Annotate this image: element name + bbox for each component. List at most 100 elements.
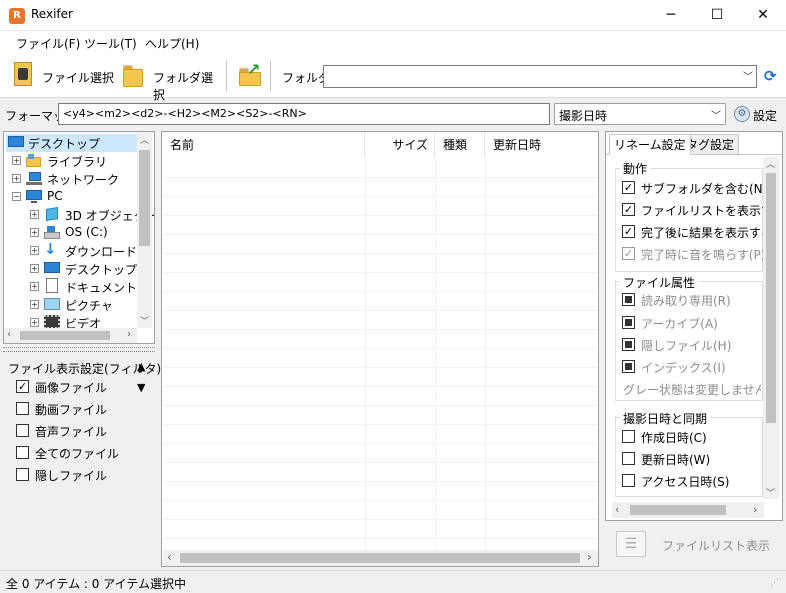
- column-name[interactable]: 名前: [162, 132, 365, 158]
- settings-button-label[interactable]: 設定: [753, 107, 777, 124]
- index-checkbox[interactable]: [622, 360, 635, 373]
- tree-hscroll-thumb[interactable]: [20, 331, 110, 340]
- grid-row-line: [163, 386, 598, 387]
- show-filelist-checkbox[interactable]: ✓: [622, 203, 635, 216]
- triangle-up-icon[interactable]: ▲: [137, 360, 145, 373]
- scroll-right-icon[interactable]: ›: [587, 550, 592, 564]
- refresh-icon[interactable]: ⟳: [764, 67, 780, 85]
- tree-item-desktop[interactable]: デスクトップ: [6, 134, 138, 152]
- network-icon: [26, 172, 42, 186]
- filter-audio-checkbox[interactable]: [16, 424, 29, 437]
- grid-row-line: [163, 538, 598, 539]
- settings-scroll-thumb[interactable]: [766, 173, 776, 423]
- download-icon: ↓: [44, 240, 57, 258]
- grid-row-line: [163, 177, 598, 178]
- grid-row-line: [163, 291, 598, 292]
- grid-row-line: [163, 196, 598, 197]
- desktop-icon: [44, 262, 60, 273]
- picture-icon: [44, 298, 60, 310]
- gear-icon[interactable]: ⚙: [734, 106, 750, 122]
- menu-tools[interactable]: ツール(T): [84, 35, 137, 52]
- archive-checkbox[interactable]: [622, 316, 635, 329]
- library-icon: [26, 154, 42, 168]
- expand-icon[interactable]: +: [30, 228, 39, 237]
- scroll-down-icon[interactable]: ﹀: [766, 486, 775, 499]
- scroll-up-icon[interactable]: ︿: [766, 157, 775, 170]
- archive-label: アーカイブ(A): [641, 317, 718, 331]
- scroll-left-icon[interactable]: ‹: [615, 503, 619, 516]
- expand-icon[interactable]: +: [30, 210, 39, 219]
- expand-icon[interactable]: +: [30, 300, 39, 309]
- close-button[interactable]: ✕: [740, 0, 786, 31]
- resize-grip-icon[interactable]: ⋰: [770, 578, 779, 588]
- filter-hidden-checkbox[interactable]: [16, 468, 29, 481]
- menu-file[interactable]: ファイル(F): [16, 35, 80, 52]
- grid-row-line: [163, 329, 598, 330]
- grid-row-line: [163, 310, 598, 311]
- filter-image-checkbox[interactable]: ✓: [16, 380, 29, 393]
- expand-icon[interactable]: +: [12, 174, 21, 183]
- hidden-attr-checkbox[interactable]: [622, 338, 635, 351]
- scroll-left-icon[interactable]: ‹: [7, 329, 11, 340]
- format-input[interactable]: <y4><m2><d2>-<H2><M2><S2>-<RN>: [58, 103, 550, 125]
- filter-audio-label: 音声ファイル: [35, 425, 108, 439]
- list-hscroll-thumb[interactable]: [180, 553, 580, 563]
- scroll-right-icon[interactable]: ›: [127, 329, 131, 340]
- panel-splitter[interactable]: [3, 347, 155, 352]
- menu-help[interactable]: ヘルプ(H): [145, 35, 199, 52]
- grid-row-line: [163, 215, 598, 216]
- include-subfolders-label: サブフォルダを含む(N): [641, 182, 763, 196]
- triangle-down-icon[interactable]: ▼: [137, 381, 145, 394]
- scroll-up-icon[interactable]: ︿: [140, 133, 149, 146]
- maximize-button[interactable]: ☐: [694, 0, 740, 31]
- readonly-checkbox[interactable]: [622, 293, 635, 306]
- grid-row-line: [163, 253, 598, 254]
- expand-icon[interactable]: +: [30, 246, 39, 255]
- scroll-left-icon[interactable]: ‹: [167, 550, 172, 564]
- computer-icon: [26, 190, 42, 204]
- grid-row-line: [163, 519, 598, 520]
- folder-select-label: フォルダ選択: [153, 71, 214, 102]
- collapse-icon[interactable]: −: [12, 192, 21, 201]
- grid-row-line: [163, 234, 598, 235]
- folder-tree[interactable]: デスクトップ + ライブラリ + ネットワーク − PC + 3D オブジェクト…: [3, 131, 155, 344]
- show-result-checkbox[interactable]: ✓: [622, 225, 635, 238]
- sync-accessed-checkbox[interactable]: [622, 474, 635, 487]
- filter-hidden-label: 隠しファイル: [35, 469, 108, 483]
- expand-icon[interactable]: +: [30, 264, 39, 273]
- file-list[interactable]: 名前 サイズ 種類 更新日時 ‹ ›: [161, 131, 599, 567]
- expand-icon[interactable]: +: [30, 318, 39, 327]
- filelist-button-label[interactable]: ファイルリスト表示: [662, 537, 770, 554]
- sync-group-title: 撮影日時と同期: [620, 410, 711, 427]
- file-image-icon: [14, 62, 32, 86]
- tab-rename-settings[interactable]: リネーム設定: [609, 134, 691, 155]
- folder-path-combobox[interactable]: ﹀: [323, 65, 757, 88]
- folder-select-button[interactable]: フォルダ選択: [120, 58, 220, 102]
- date-source-value: 撮影日時: [559, 109, 608, 123]
- column-size[interactable]: サイズ: [365, 132, 435, 158]
- sync-created-checkbox[interactable]: [622, 430, 635, 443]
- grid-row-line: [163, 272, 598, 273]
- show-result-label: 完了後に結果を表示する: [641, 226, 763, 240]
- file-select-button[interactable]: ファイル選択: [10, 58, 120, 94]
- checklist-icon[interactable]: ☰: [616, 531, 646, 557]
- expand-icon[interactable]: +: [30, 282, 39, 291]
- minimize-button[interactable]: ─: [648, 0, 694, 31]
- rename-run-button[interactable]: ↗: [236, 60, 264, 90]
- scroll-down-icon[interactable]: ﹀: [140, 314, 149, 327]
- filter-all-checkbox[interactable]: [16, 446, 29, 459]
- toolbar-separator: [226, 61, 227, 91]
- settings-hscroll-thumb[interactable]: [630, 505, 726, 515]
- folder-icon: [123, 65, 143, 87]
- tree-scroll-thumb[interactable]: [139, 150, 150, 246]
- hidden-attr-label: 隠しファイル(H): [641, 339, 732, 353]
- include-subfolders-checkbox[interactable]: ✓: [622, 181, 635, 194]
- scroll-right-icon[interactable]: ›: [753, 503, 757, 516]
- column-modified[interactable]: 更新日時: [485, 132, 598, 158]
- sync-modified-checkbox[interactable]: [622, 452, 635, 465]
- filter-video-checkbox[interactable]: [16, 402, 29, 415]
- date-source-select[interactable]: 撮影日時 ﹀: [554, 103, 726, 125]
- grid-row-line: [163, 462, 598, 463]
- column-type[interactable]: 種類: [435, 132, 485, 158]
- expand-icon[interactable]: +: [12, 156, 21, 165]
